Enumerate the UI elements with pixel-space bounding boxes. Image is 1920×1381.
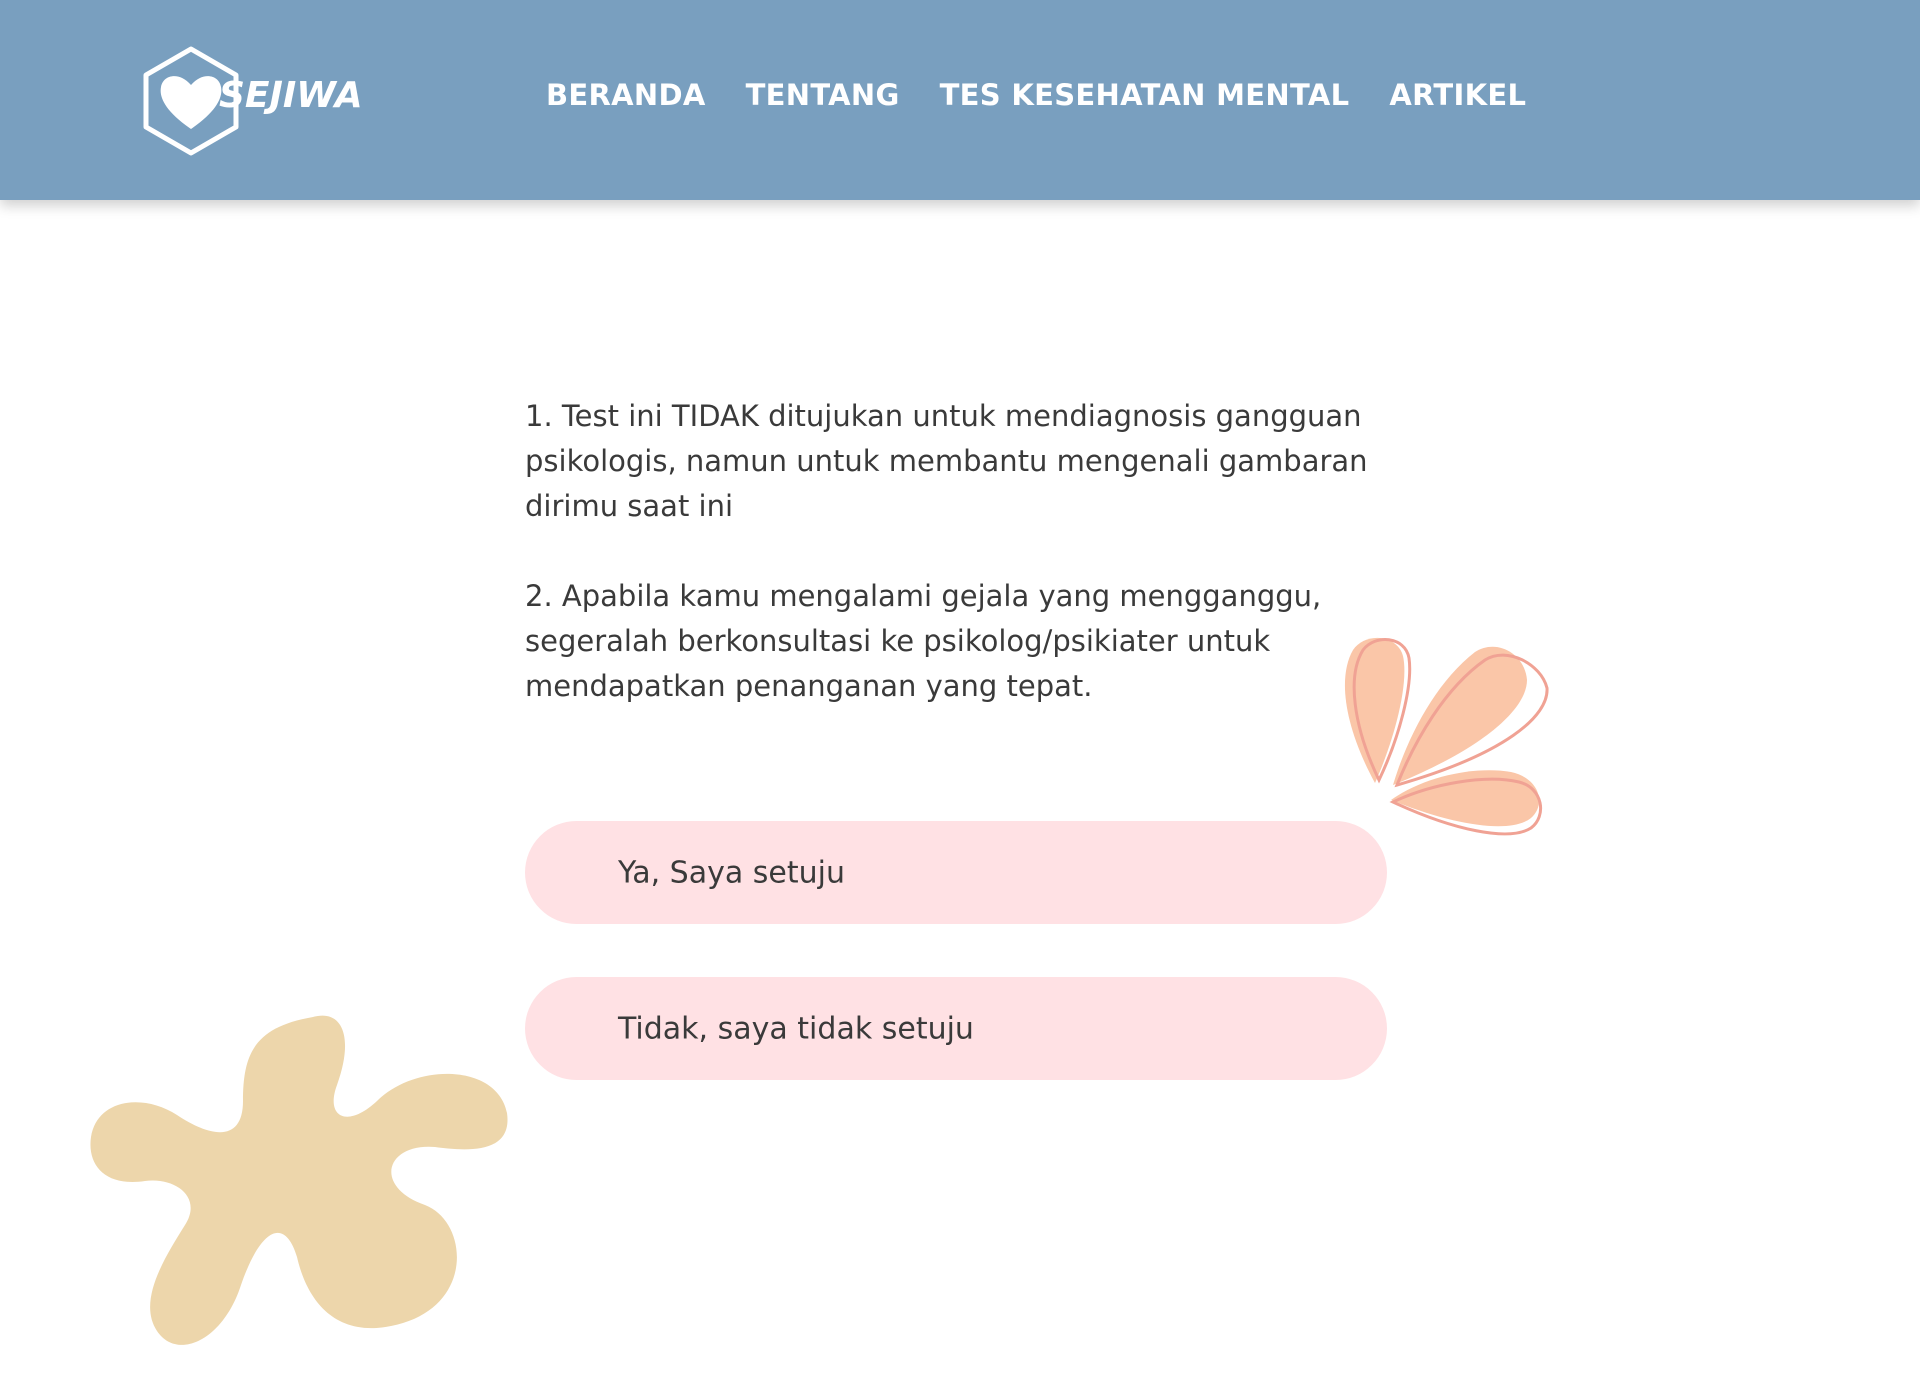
site-header: SEJIWA BERANDA TENTANG TES KESEHATAN MEN… bbox=[0, 0, 1920, 200]
agree-button-label: Ya, Saya setuju bbox=[618, 855, 845, 890]
nav-item-tentang[interactable]: TENTANG bbox=[746, 78, 900, 112]
disclaimer-note-1: 1. Test ini TIDAK ditujukan untuk mendia… bbox=[525, 399, 1368, 523]
disclaimer-note-2: 2. Apabila kamu mengalami gejala yang me… bbox=[525, 579, 1322, 703]
page: SEJIWA BERANDA TENTANG TES KESEHATAN MEN… bbox=[0, 0, 1920, 1381]
main-nav: BERANDA TENTANG TES KESEHATAN MENTAL ART… bbox=[546, 78, 1526, 112]
agree-button[interactable]: Ya, Saya setuju bbox=[525, 821, 1387, 924]
nav-item-tes-kesehatan-mental[interactable]: TES KESEHATAN MENTAL bbox=[940, 78, 1350, 112]
brand-logo[interactable]: SEJIWA bbox=[135, 45, 365, 157]
test-disclaimer: 1. Test ini TIDAK ditujukan untuk mendia… bbox=[525, 394, 1405, 754]
nav-item-beranda[interactable]: BERANDA bbox=[546, 78, 706, 112]
blob-decoration bbox=[90, 1015, 508, 1345]
nav-item-artikel[interactable]: ARTIKEL bbox=[1389, 78, 1526, 112]
brand-name: SEJIWA bbox=[219, 75, 363, 116]
disagree-button[interactable]: Tidak, saya tidak setuju bbox=[525, 977, 1387, 1080]
disagree-button-label: Tidak, saya tidak setuju bbox=[618, 1011, 974, 1046]
